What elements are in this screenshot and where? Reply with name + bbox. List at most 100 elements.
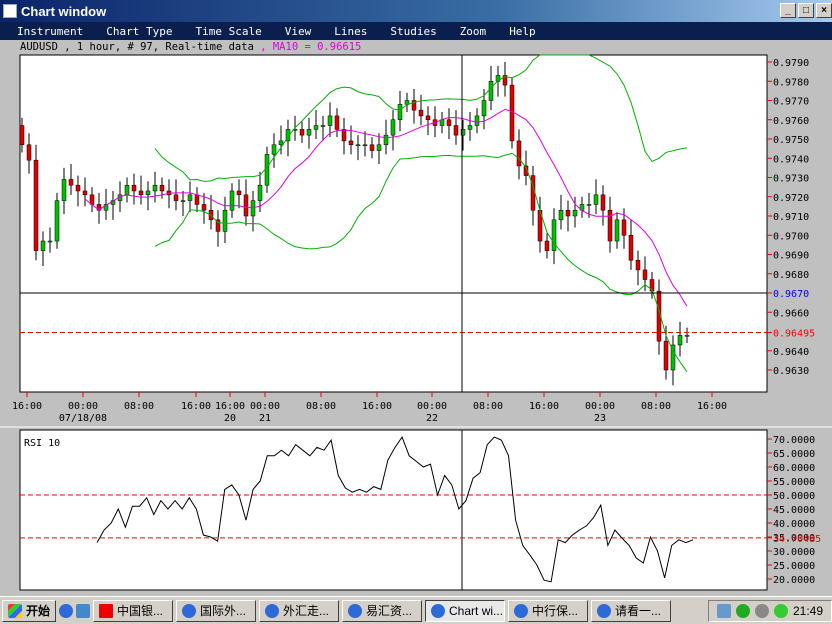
candle-body: [159, 184, 165, 192]
candle-body: [54, 200, 60, 242]
candle-body: [47, 240, 53, 243]
price-label: 0.9700: [773, 231, 809, 242]
candle-body: [271, 144, 277, 155]
candle-body: [222, 209, 228, 232]
taskbar-item-label: 国际外...: [200, 604, 247, 618]
outlook-quicklaunch-icon[interactable]: [76, 603, 91, 618]
candle-body: [341, 129, 347, 142]
price-label: 0.9770: [773, 97, 809, 108]
volume-icon[interactable]: [754, 603, 769, 618]
candle-body: [180, 200, 186, 202]
candle-body: [40, 240, 46, 251]
candle-body: [516, 140, 522, 167]
candle-body: [348, 140, 354, 146]
network-icon[interactable]: [716, 603, 731, 618]
candle-body: [607, 209, 613, 242]
rsi-label: 60.0000: [773, 463, 815, 474]
time-label: 08:00: [473, 401, 503, 412]
taskbar-item[interactable]: 外汇走...: [259, 599, 340, 622]
candle-body: [425, 115, 431, 121]
date-label: 07/18/08: [59, 413, 107, 424]
taskbar-item[interactable]: Chart wi...: [425, 599, 506, 622]
candle-body: [33, 159, 39, 251]
taskbar-item-label: 请看一...: [615, 604, 662, 618]
candle-body: [243, 194, 249, 217]
candle-body: [75, 184, 81, 192]
candle-body: [628, 235, 634, 261]
candle-body: [278, 140, 284, 146]
candle-body: [138, 190, 144, 196]
candle-body: [152, 184, 158, 192]
candle-body: [82, 190, 88, 196]
candle-body: [530, 175, 536, 211]
clock: 21:49: [792, 603, 823, 618]
taskbar-item-label: Chart wi...: [449, 603, 504, 618]
candle-body: [313, 125, 319, 130]
candle-body: [187, 194, 193, 201]
window-icon: [182, 603, 197, 618]
window-icon: [431, 603, 446, 618]
taskbar: 开始 中国银... 国际外... 外汇走... 易汇资... Chart wi... 中行…: [0, 596, 832, 624]
time-label: 16:00: [362, 401, 392, 412]
time-label: 08:00: [641, 401, 671, 412]
candle-body: [26, 144, 32, 161]
taskbar-item-label: 外汇走...: [283, 604, 330, 618]
price-label: 0.9790: [773, 58, 809, 69]
date-label: 23: [594, 413, 606, 424]
taskbar-item-label: 易汇资...: [366, 604, 413, 618]
chart-area[interactable]: 0.9790 0.9780 0.9770 0.9760 0.9750 0.9740 0.97…: [0, 0, 832, 596]
taskbar-item-label: 中行保...: [532, 604, 579, 618]
candle-body: [250, 200, 256, 217]
candle-body: [551, 219, 557, 251]
candle-body: [572, 209, 578, 217]
candle-body: [586, 204, 592, 206]
date-label: 20: [224, 413, 236, 424]
candle-body: [565, 209, 571, 217]
window-icon: [597, 603, 612, 618]
rsi-label: 55.0000: [773, 477, 815, 488]
time-label: 16:00: [12, 401, 42, 412]
update-icon[interactable]: [773, 603, 788, 618]
windows-logo-icon: [8, 603, 22, 618]
taskbar-item[interactable]: 请看一...: [591, 599, 672, 622]
window-icon: [348, 603, 363, 618]
start-label: 开始: [26, 604, 51, 618]
candle-body: [404, 100, 410, 105]
candle-body: [376, 144, 382, 151]
candle-body: [383, 134, 389, 146]
candle-body: [362, 144, 368, 147]
ie-quicklaunch-icon[interactable]: [59, 603, 74, 618]
candle-body: [369, 144, 375, 151]
price-label: 0.9730: [773, 174, 809, 185]
rsi-label: 25.0000: [773, 561, 815, 572]
window-icon: [265, 603, 280, 618]
taskbar-item-label: 中国银...: [117, 604, 164, 618]
candle-body: [124, 184, 130, 196]
rsi-label: 50.0000: [773, 491, 815, 502]
candle-body: [418, 109, 424, 117]
candle-body: [677, 335, 683, 346]
candle-body: [257, 184, 263, 201]
taskbar-item[interactable]: 中国银...: [93, 599, 174, 622]
candle-body: [467, 125, 473, 130]
taskbar-item[interactable]: 中行保...: [508, 599, 589, 622]
rsi-label: 30.0000: [773, 547, 815, 558]
candle-body: [236, 190, 242, 196]
candle-body: [600, 194, 606, 211]
candle-body: [145, 190, 151, 196]
candle-body: [635, 260, 641, 271]
time-label: 00:00: [250, 401, 280, 412]
time-label: 16:00: [697, 401, 727, 412]
candle-body: [474, 115, 480, 126]
taskbar-item[interactable]: 国际外...: [176, 599, 257, 622]
taskbar-item[interactable]: 易汇资...: [342, 599, 423, 622]
candle-body: [488, 81, 494, 101]
window-icon: [514, 603, 529, 618]
umbrella-icon[interactable]: [735, 603, 750, 618]
candle-body: [663, 340, 669, 371]
start-button[interactable]: 开始: [2, 599, 57, 622]
price-label: 0.9750: [773, 135, 809, 146]
price-label: 0.9630: [773, 366, 809, 377]
rsi-label: 40.0000: [773, 519, 815, 530]
candle-body: [194, 194, 200, 205]
